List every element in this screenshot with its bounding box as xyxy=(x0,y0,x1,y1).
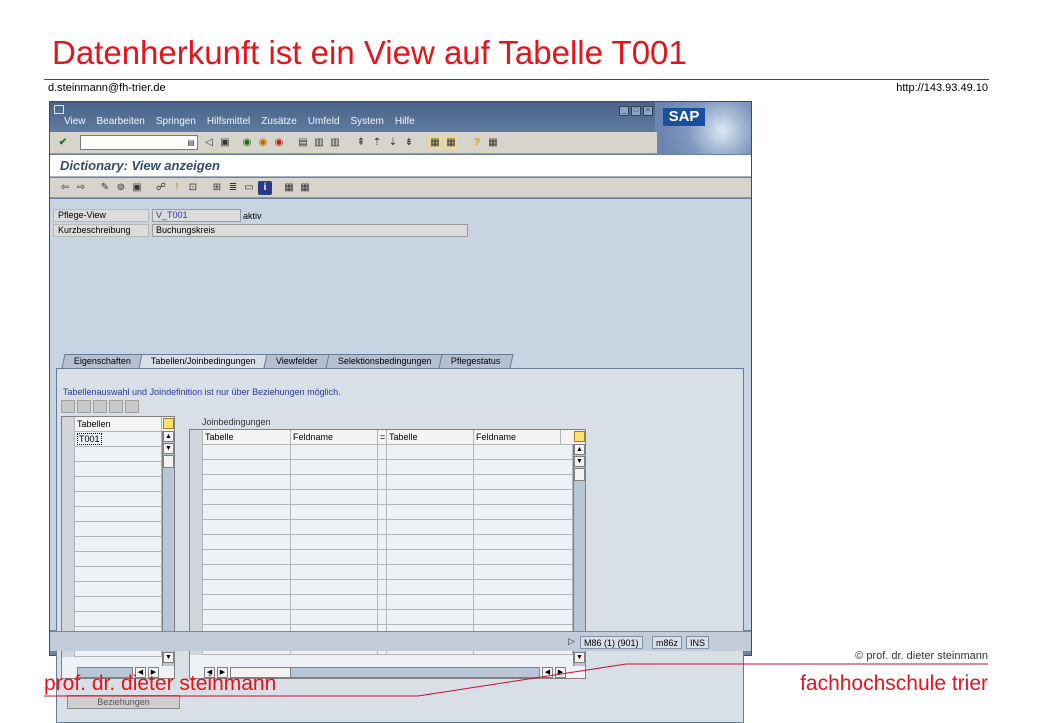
footer-author: prof. dr. dieter steinmann xyxy=(44,672,277,695)
footer-rule-diagonal xyxy=(417,663,627,697)
footer-institution: fachhochschule trier xyxy=(800,672,988,695)
footer-decoration xyxy=(44,663,988,697)
